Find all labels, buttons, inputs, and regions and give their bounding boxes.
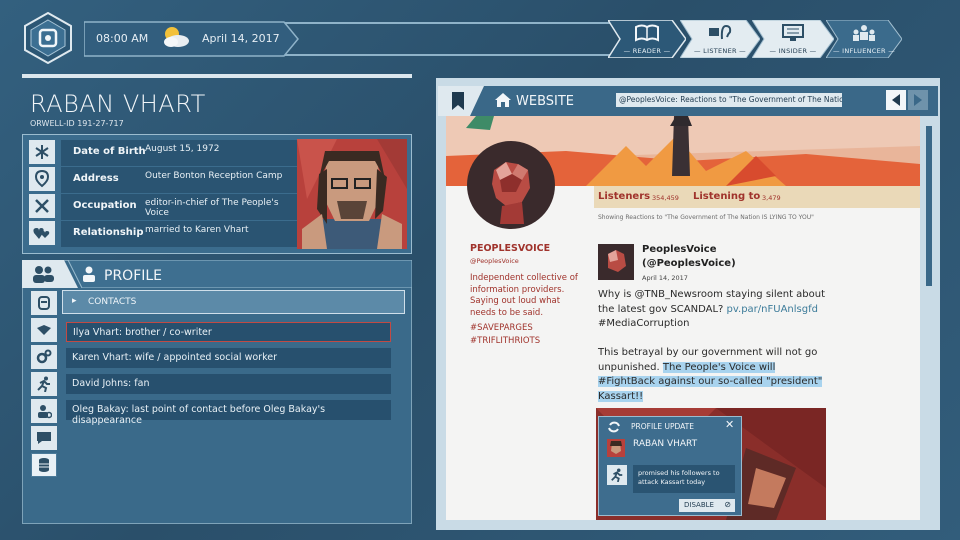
info-value: married to Karen Vhart [145,225,249,235]
chevron-right-icon: ▸ [72,296,77,306]
profile-name: RABAN VHART [30,90,206,118]
info-key: Address [73,173,119,184]
home-icon [495,93,511,107]
close-icon[interactable]: ✕ [725,418,734,431]
hashtag[interactable]: #SAVEPARGES [470,323,533,333]
contact-item[interactable]: Ilya Vhart: brother / co-writer [66,322,391,342]
peoplesvoice-avatar [467,141,555,229]
hashtag[interactable]: #TRIFLITHRIOTS [470,336,540,346]
level-label: — INFLUENCER — [832,47,896,55]
info-value: August 15, 1972 [145,144,220,154]
running-icon [607,465,627,485]
person-card-icon[interactable] [31,399,57,423]
portrait-image [297,139,407,249]
url-bar[interactable]: @PeoplesVoice: Reactions to "The Governm… [616,93,842,107]
post-author[interactable]: PeoplesVoice [642,244,717,255]
account-bio: Independent collective of information pr… [470,273,578,318]
popup-title: PROFILE UPDATE [631,422,694,431]
current-date: April 14, 2017 [202,32,280,45]
orwell-logo-icon[interactable] [22,12,74,64]
level-label: — INSIDER — [769,47,817,55]
running-icon[interactable] [31,372,57,396]
info-key: Occupation [73,200,137,211]
level-label: — LISTENER — [694,47,746,55]
sync-icon [608,421,620,433]
profile-section-title: PROFILE [104,268,163,284]
block-icon: ⊘ [724,500,731,509]
highlighted-text[interactable]: The People's Voice will [662,361,776,373]
post-tag[interactable]: #MediaCorruption [598,318,689,329]
ear-icon [709,24,732,40]
website-tab-label: WEBSITE [516,94,574,109]
level-listener[interactable]: — LISTENER — [680,20,760,58]
orwell-id: ORWELL-ID 191-27-717 [30,119,124,128]
contacts-group-icon[interactable] [30,264,56,284]
asterisk-icon [29,140,55,164]
info-key: Relationship [73,227,144,238]
account-name: PEOPLESVOICE [470,243,551,254]
book-icon [635,24,659,42]
info-key: Date of Birth [73,146,146,157]
level-label: — READER — [623,47,671,55]
popup-name: RABAN VHART [633,439,698,449]
book-tab-icon[interactable] [31,318,57,342]
disable-label: DISABLE [684,501,714,509]
popup-avatar [607,439,625,457]
post-avatar [598,244,634,280]
bookmark-tab[interactable] [438,86,498,116]
partly-cloudy-icon [164,27,189,47]
highlighted-text[interactable]: Kassart!! [598,390,644,402]
info-row-relationship: Relationship married to Karen Vhart [61,221,315,247]
contact-item[interactable]: Karen Vhart: wife / appointed social wor… [66,348,391,368]
account-handle: @PeoplesVoice [470,257,519,265]
post-body: Why is @TNB_Newsroom staying silent abou… [598,288,838,404]
contacts-header[interactable]: ▸ CONTACTS [62,290,405,314]
level-reader[interactable]: — READER — [608,20,686,58]
location-icon [29,167,55,191]
level-influencer[interactable]: — INFLUENCER — [826,20,902,58]
listening-count: 3,479 [762,194,781,202]
info-box: Date of Birth August 15, 1972 Address Ou… [22,134,412,254]
chat-icon[interactable] [31,426,57,450]
top-bar: 08:00 AM April 14, 2017 — READER — — LIS… [0,0,960,78]
mask-icon[interactable] [31,291,57,315]
highlighted-text[interactable]: #FightBack against our so-called "presid… [598,376,823,387]
info-row-birth: Date of Birth August 15, 1972 [61,140,315,166]
post-link[interactable]: pv.par/nFUAnlsgfd [727,304,818,315]
tools-icon [29,194,55,218]
post-handle: (@PeoplesVoice) [642,258,736,269]
popup-message: promised his followers to attack Kassart… [633,465,735,493]
info-row-occupation: Occupation editor-in-chief of The People… [61,194,315,220]
profile-tabs [22,260,412,288]
info-value: Outer Bonton Reception Camp [145,171,283,181]
hearts-icon [29,221,55,245]
listeners-label: Listeners [598,191,651,202]
listening-label: Listening to [693,191,761,202]
database-icon[interactable] [31,453,57,477]
info-row-address: Address Outer Bonton Reception Camp [61,167,315,193]
disable-button[interactable]: DISABLE ⊘ [679,499,735,512]
info-value: editor-in-chief of The People's Voice [145,198,279,218]
person-icon [83,266,95,282]
listeners-count: 354,459 [652,194,679,202]
gears-icon[interactable] [31,345,57,369]
people-icon [853,25,875,41]
level-insider[interactable]: — INSIDER — [752,20,834,58]
profile-update-popup: PROFILE UPDATE ✕ RABAN VHART promised hi… [598,416,742,516]
forward-arrow-icon[interactable] [908,90,928,110]
post-date: April 14, 2017 [642,274,688,282]
contact-item[interactable]: Oleg Bakay: last point of contact before… [66,400,391,426]
monitor-icon [782,24,804,41]
contact-item[interactable]: David Johns: fan [66,374,391,394]
showing-reactions: Showing Reactions to "The Government of … [598,214,814,221]
scrollbar[interactable] [926,126,932,286]
contacts-label: CONTACTS [88,297,137,307]
back-arrow-icon[interactable] [886,90,906,110]
name-header-line [22,74,412,78]
clock-time: 08:00 AM [96,32,149,45]
